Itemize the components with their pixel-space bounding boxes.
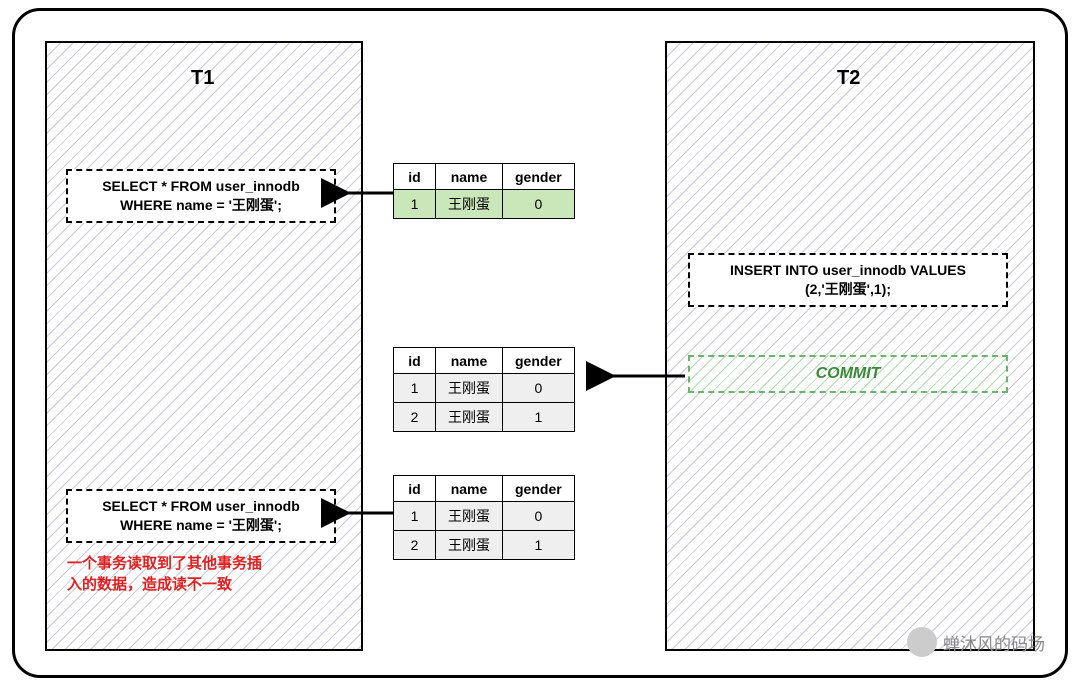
- table-header: idnamegender: [394, 348, 575, 374]
- result-table-2: idnamegender 1王刚蛋0 2王刚蛋1: [393, 347, 575, 432]
- watermark: 蝉沐风的码场: [907, 627, 1045, 657]
- result-table-3: idnamegender 1王刚蛋0 2王刚蛋1: [393, 475, 575, 560]
- anomaly-annotation: 一个事务读取到了其他事务插 入的数据，造成读不一致: [67, 553, 262, 595]
- sql-select-1: SELECT * FROM user_innodb WHERE name = '…: [66, 169, 336, 223]
- watermark-icon: [907, 627, 937, 657]
- arrow-table1-to-select1: [335, 183, 395, 203]
- table-header: idnamegender: [394, 164, 575, 190]
- sql-select-2: SELECT * FROM user_innodb WHERE name = '…: [66, 489, 336, 543]
- diagram-frame: T1 T2 SELECT * FROM user_innodb WHERE na…: [12, 8, 1068, 678]
- result-table-1: idnamegender 1王刚蛋0: [393, 163, 575, 219]
- table-row: 1王刚蛋0: [394, 374, 575, 403]
- sql-insert: INSERT INTO user_innodb VALUES (2,'王刚蛋',…: [688, 253, 1008, 307]
- t2-title: T2: [837, 67, 860, 90]
- t1-title: T1: [191, 67, 214, 90]
- commit-box: COMMIT: [688, 355, 1008, 393]
- watermark-text: 蝉沐风的码场: [943, 630, 1045, 655]
- t2-column: [665, 41, 1035, 651]
- table-row: 1王刚蛋0: [394, 502, 575, 531]
- table-header: idnamegender: [394, 476, 575, 502]
- table-row: 2王刚蛋1: [394, 531, 575, 560]
- arrow-commit-to-table2: [600, 366, 690, 386]
- table-row: 1王刚蛋0: [394, 190, 575, 219]
- arrow-table3-to-select2: [335, 503, 395, 523]
- table-row: 2王刚蛋1: [394, 403, 575, 432]
